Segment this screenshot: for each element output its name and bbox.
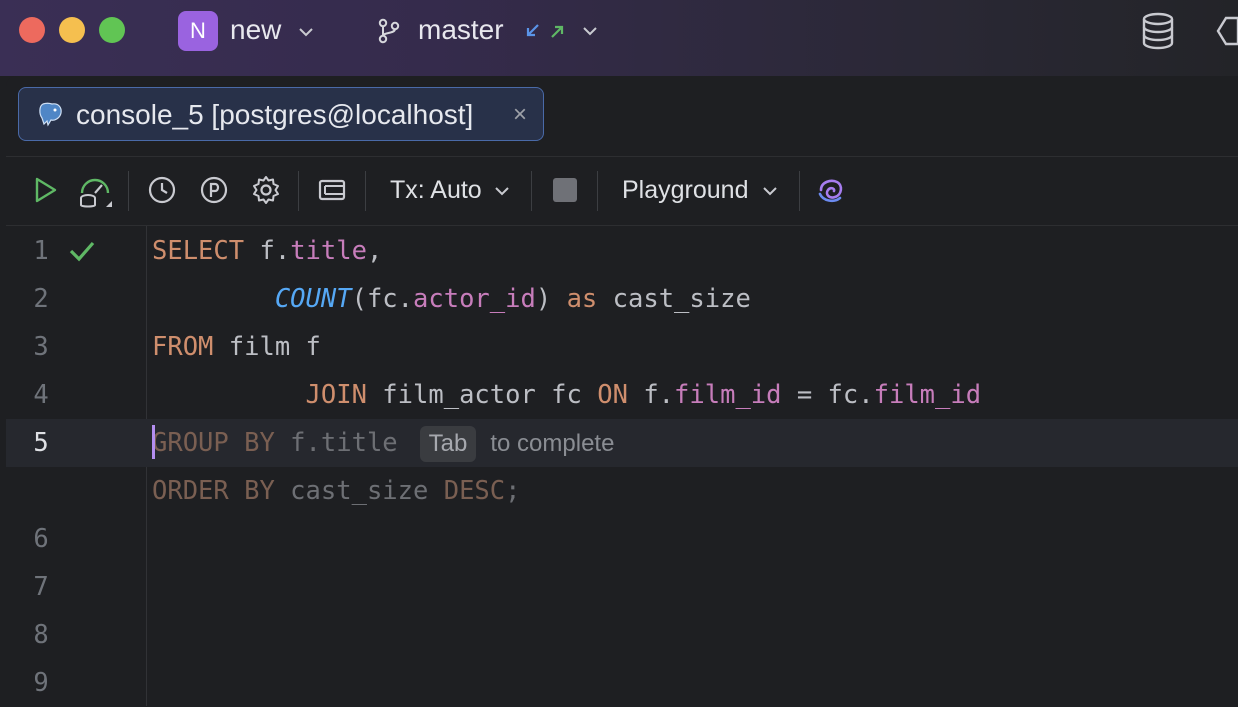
postgresql-elephant-icon xyxy=(39,102,62,127)
chevron-down-icon[interactable] xyxy=(298,24,314,40)
code-text[interactable]: COUNT(fc.actor_id) as cast_size xyxy=(152,275,751,323)
settings-gear-icon[interactable] xyxy=(251,175,281,205)
current-code-line[interactable]: 5 GROUP BY f.title Tab to complete xyxy=(6,419,1238,467)
datasource-dashboard-icon[interactable] xyxy=(78,173,116,209)
code-line[interactable]: 2 COUNT(fc.actor_id) as cast_size xyxy=(6,275,1238,323)
line-number: 3 xyxy=(33,332,49,362)
inline-completion-suggestion: ORDER BY cast_size DESC; xyxy=(152,476,521,506)
checkmark-icon xyxy=(69,241,95,262)
code-line[interactable]: 9 xyxy=(6,659,1238,707)
console-toolbar: Tx: Auto Playground xyxy=(6,157,1238,226)
ai-swirl-icon[interactable] xyxy=(816,175,846,205)
code-line[interactable]: 6 xyxy=(6,515,1238,563)
project-name[interactable]: new xyxy=(230,13,281,47)
line-number: 5 xyxy=(33,428,49,458)
close-window-button[interactable] xyxy=(19,17,45,43)
line-number: 4 xyxy=(33,380,49,410)
toolbar-separator xyxy=(128,171,129,211)
stop-icon[interactable] xyxy=(550,175,580,205)
code-line[interactable]: 3 FROM film f xyxy=(6,323,1238,371)
chevron-down-icon[interactable] xyxy=(582,23,598,39)
database-icon[interactable] xyxy=(1140,12,1176,50)
code-line[interactable]: 7 xyxy=(6,563,1238,611)
chevron-down-icon[interactable] xyxy=(762,183,778,199)
code-text[interactable]: SELECT f.title, xyxy=(152,227,382,275)
maximize-window-button[interactable] xyxy=(99,17,125,43)
ai-assistant-icon[interactable] xyxy=(1214,12,1238,50)
incoming-outgoing-arrows-icon xyxy=(526,24,564,38)
editor-tab-bar: console_5 [postgres@localhost] × xyxy=(6,76,1238,157)
line-number: 8 xyxy=(33,620,49,650)
project-badge[interactable]: N xyxy=(178,11,218,51)
toolbar-separator xyxy=(298,171,299,211)
editor-window: console_5 [postgres@localhost] × Tx: Aut… xyxy=(6,76,1238,706)
branch-name[interactable]: master xyxy=(418,13,504,47)
code-text[interactable]: JOIN film_actor fc ON f.film_id = fc.fil… xyxy=(152,371,982,419)
line-number: 2 xyxy=(33,284,49,314)
line-number: 9 xyxy=(33,668,49,698)
tab-label: console_5 [postgres@localhost] xyxy=(76,99,474,130)
code-line[interactable]: 4 JOIN film_actor fc ON f.film_id = fc.f… xyxy=(6,371,1238,419)
schema-selector-dropdown[interactable]: Playground xyxy=(622,175,748,205)
code-text[interactable]: GROUP BY f.title Tab to complete xyxy=(152,419,614,468)
title-bar: N new master xyxy=(0,0,1238,76)
line-number: 7 xyxy=(33,572,49,602)
code-line[interactable]: 1 SELECT f.title, xyxy=(6,227,1238,275)
parking-p-icon[interactable] xyxy=(199,175,229,205)
chevron-down-icon[interactable] xyxy=(494,183,510,199)
run-icon[interactable] xyxy=(30,175,60,205)
minimize-window-button[interactable] xyxy=(59,17,85,43)
tab-console-5[interactable]: console_5 [postgres@localhost] × xyxy=(18,87,544,141)
completion-hint-text: to complete xyxy=(490,430,615,457)
code-text[interactable]: FROM film f xyxy=(152,323,321,371)
text-caret xyxy=(152,425,155,459)
tab-key-hint: Tab xyxy=(419,426,477,462)
ghost-code-line: ORDER BY cast_size DESC; xyxy=(6,467,1238,515)
toolbar-separator xyxy=(365,171,366,211)
history-icon[interactable] xyxy=(147,175,177,205)
layout-icon[interactable] xyxy=(317,175,347,205)
toolbar-separator xyxy=(531,171,532,211)
toolbar-separator xyxy=(799,171,800,211)
inline-completion-suggestion: GROUP BY xyxy=(152,428,275,458)
transaction-mode-dropdown[interactable]: Tx: Auto xyxy=(390,175,482,205)
branch-icon[interactable] xyxy=(376,18,402,44)
code-line[interactable]: 8 xyxy=(6,611,1238,659)
close-tab-icon[interactable]: × xyxy=(513,103,527,127)
toolbar-separator xyxy=(597,171,598,211)
line-number: 1 xyxy=(33,236,49,266)
line-number: 6 xyxy=(33,524,49,554)
